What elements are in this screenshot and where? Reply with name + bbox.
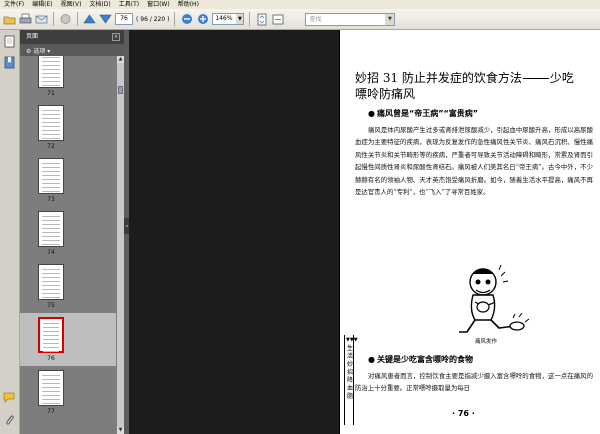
- thumbnail-label: 75: [47, 302, 55, 309]
- page-thumbnail[interactable]: 77: [20, 366, 116, 419]
- gear-icon: ⚙: [26, 48, 32, 55]
- page-thumbnail[interactable]: 75: [20, 260, 116, 313]
- panel-options-bar: ⚙ 选项 ▾: [20, 44, 124, 56]
- title-line2: 嘌呤防痛风: [355, 87, 416, 101]
- thumbnail-label: 76: [47, 355, 55, 362]
- page-thumbnail[interactable]: 76: [20, 313, 116, 366]
- menu-file[interactable]: 文件(F): [0, 0, 28, 9]
- hand-tool-icon[interactable]: [59, 13, 72, 26]
- chevron-down-icon[interactable]: ▼: [236, 14, 244, 24]
- chevron-down-icon: ▾: [47, 48, 51, 55]
- toolbar-separator: [53, 12, 54, 26]
- print-icon[interactable]: [19, 13, 32, 26]
- attachment-icon[interactable]: [3, 414, 16, 427]
- document-view[interactable]: 妙招 31 防止并发症的饮食方法少吃 嘌呤防痛风 痛风曾是“帝王病”“富贵病” …: [129, 30, 600, 434]
- page-number-input[interactable]: 76: [115, 13, 133, 25]
- chevron-down-icon[interactable]: ▼: [385, 13, 395, 25]
- title-part2: 少吃: [549, 71, 574, 85]
- options-menu[interactable]: ⚙ 选项 ▾: [26, 46, 50, 55]
- zoom-in-icon[interactable]: [196, 13, 209, 26]
- menu-help[interactable]: 帮助(H): [174, 0, 203, 9]
- page-thumbnail[interactable]: 71: [20, 56, 116, 101]
- gout-illustration: [459, 264, 530, 333]
- pages-panel: 页面 × ⚙ 选项 ▾ 71 72 73 74 75 76 77 ▲ ▼: [20, 30, 124, 434]
- side-tab-arrows: ▼▼▼: [346, 337, 358, 343]
- side-tab-text: 生活妙招降血脂: [346, 345, 353, 400]
- section-heading-2: 关键是少吃富含嘌呤的食物: [368, 354, 473, 365]
- email-icon[interactable]: [35, 13, 48, 26]
- open-folder-icon[interactable]: [3, 13, 16, 26]
- page-thumbnail[interactable]: 73: [20, 154, 116, 207]
- toolbar-separator: [249, 12, 251, 26]
- thumbnail-scrollbar[interactable]: ▲ ▼: [117, 56, 124, 434]
- document-page: 妙招 31 防止并发症的饮食方法少吃 嘌呤防痛风 痛风曾是“帝王病”“富贵病” …: [339, 30, 600, 434]
- page-count-label: ( 96 / 220 ): [136, 15, 170, 23]
- thumbnail-label: 77: [47, 408, 55, 415]
- menu-bar: 文件(F) 编辑(E) 视图(V) 文档(D) 工具(T) 窗口(W) 帮助(H…: [0, 0, 600, 9]
- scroll-down-icon[interactable]: ▼: [117, 427, 124, 434]
- paragraph-1: 痛风是体内尿酸产生过多或肾排泄尿酸减少，引起血中尿酸升高，形成以高尿酸血症为主要…: [355, 126, 593, 197]
- menu-view[interactable]: 视图(V): [57, 0, 86, 9]
- zoom-select[interactable]: 146% ▼: [212, 13, 245, 25]
- panel-title: 页面: [26, 33, 39, 40]
- thumbnail-label: 72: [47, 143, 55, 150]
- zoom-value: 146%: [215, 15, 233, 22]
- toolbar: 76 ( 96 / 220 ) 146% ▼ 查找 ▼: [0, 9, 600, 30]
- toolbar-separator: [174, 12, 176, 26]
- thumbnail-image: [38, 211, 64, 247]
- page-thumbnail[interactable]: 74: [20, 207, 116, 260]
- title-part1: 妙招 31 防止并发症的饮食方法: [355, 71, 522, 85]
- thumbnail-image: [38, 56, 64, 88]
- page-thumbnail[interactable]: 72: [20, 101, 116, 154]
- thumbnail-label: 74: [47, 249, 55, 256]
- options-label: 选项: [33, 48, 46, 55]
- title-dash: [522, 78, 549, 79]
- thumbnail-label: 73: [47, 196, 55, 203]
- toolbar-separator: [77, 12, 78, 26]
- panel-header: 页面 ×: [20, 30, 124, 44]
- figure-caption: 痛风发作: [475, 339, 498, 345]
- fit-width-icon[interactable]: [271, 13, 284, 26]
- thumbnail-image: [38, 370, 64, 406]
- previous-page-icon[interactable]: [83, 13, 96, 26]
- paragraph-2: 对痛风患者而言，控制饮食主要是指减少摄入富含嘌呤的食物，这一点在痛风的防治上十分…: [355, 372, 593, 393]
- menu-tools[interactable]: 工具(T): [115, 0, 143, 9]
- search-placeholder: 查找: [309, 15, 322, 23]
- fit-page-icon[interactable]: [255, 13, 268, 26]
- scroll-up-icon[interactable]: ▲: [117, 56, 124, 63]
- menu-edit[interactable]: 编辑(E): [28, 0, 56, 9]
- bookmarks-icon[interactable]: [3, 56, 16, 69]
- thumbnail-image: [38, 264, 64, 300]
- search-input[interactable]: 查找 ▼: [305, 12, 396, 26]
- next-page-icon[interactable]: [99, 13, 112, 26]
- thumbnail-image: [38, 105, 64, 141]
- thumbnail-image: [38, 158, 64, 194]
- scrollbar-thumb[interactable]: [118, 86, 123, 94]
- comments-icon[interactable]: [3, 390, 16, 403]
- thumbnail-list: 71 72 73 74 75 76 77: [20, 56, 116, 434]
- menu-window[interactable]: 窗口(W): [143, 0, 174, 9]
- navigation-rail: [0, 30, 20, 434]
- section-heading-1: 痛风曾是“帝王病”“富贵病”: [368, 108, 478, 119]
- page-number: · 76 ·: [452, 409, 475, 418]
- pages-icon[interactable]: [3, 35, 16, 48]
- chapter-side-tab: ▼▼▼ 生活妙招降血脂: [344, 335, 358, 425]
- thumbnail-image: [38, 317, 64, 353]
- thumbnail-label: 71: [47, 90, 55, 97]
- zoom-out-icon[interactable]: [180, 13, 193, 26]
- menu-document[interactable]: 文档(D): [85, 0, 114, 9]
- close-icon[interactable]: ×: [112, 33, 120, 41]
- page-title: 妙招 31 防止并发症的饮食方法 少吃 嘌呤防痛风: [355, 70, 595, 102]
